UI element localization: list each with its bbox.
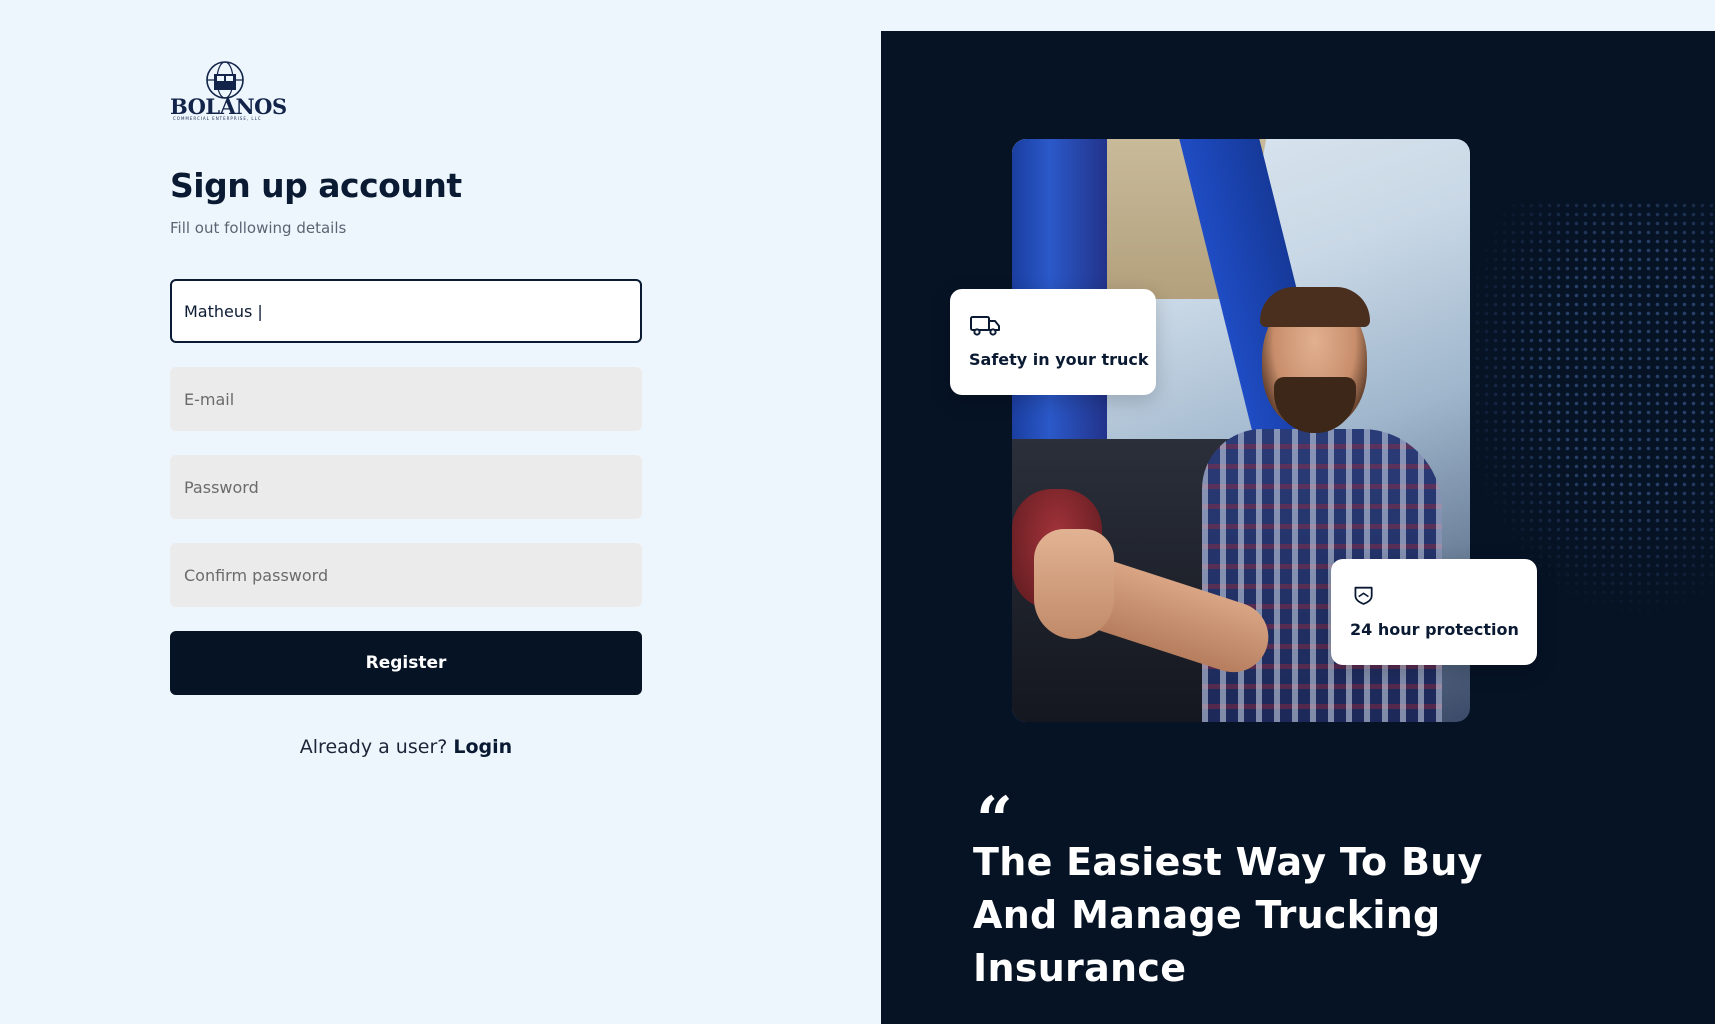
hero-headline: The Easiest Way To Buy And Manage Trucki…	[973, 840, 1483, 990]
register-label: Register	[365, 653, 447, 673]
page-subtitle: Fill out following details	[170, 219, 347, 237]
protection-badge-label: 24 hour protection	[1350, 620, 1519, 639]
shield-icon	[1354, 586, 1373, 605]
protection-badge: 24 hour protection	[1331, 559, 1537, 665]
login-prompt-text: Already a user?	[299, 736, 448, 758]
confirm-password-field[interactable]	[170, 543, 642, 607]
name-field[interactable]	[170, 279, 642, 343]
safety-badge-label: Safety in your truck	[969, 350, 1149, 369]
safety-badge: Safety in your truck	[950, 289, 1156, 395]
login-link[interactable]: Login	[453, 736, 512, 758]
hero-panel: Safety in your truck 24 hour protection …	[881, 31, 1715, 1024]
brand-logo[interactable]: BOLANOS COMMERCIAL ENTERPRISE, LLC	[170, 60, 290, 124]
signup-panel: BOLANOS COMMERCIAL ENTERPRISE, LLC Sign …	[0, 0, 881, 1024]
world-map-dots	[1455, 201, 1715, 621]
register-button[interactable]: Register	[170, 631, 642, 695]
email-field[interactable]	[170, 367, 642, 431]
password-field[interactable]	[170, 455, 642, 519]
truck-icon	[970, 316, 1000, 336]
brand-tagline: COMMERCIAL ENTERPRISE, LLC	[173, 116, 262, 121]
page-title: Sign up account	[170, 166, 462, 205]
login-prompt: Already a user? Login	[170, 736, 642, 758]
